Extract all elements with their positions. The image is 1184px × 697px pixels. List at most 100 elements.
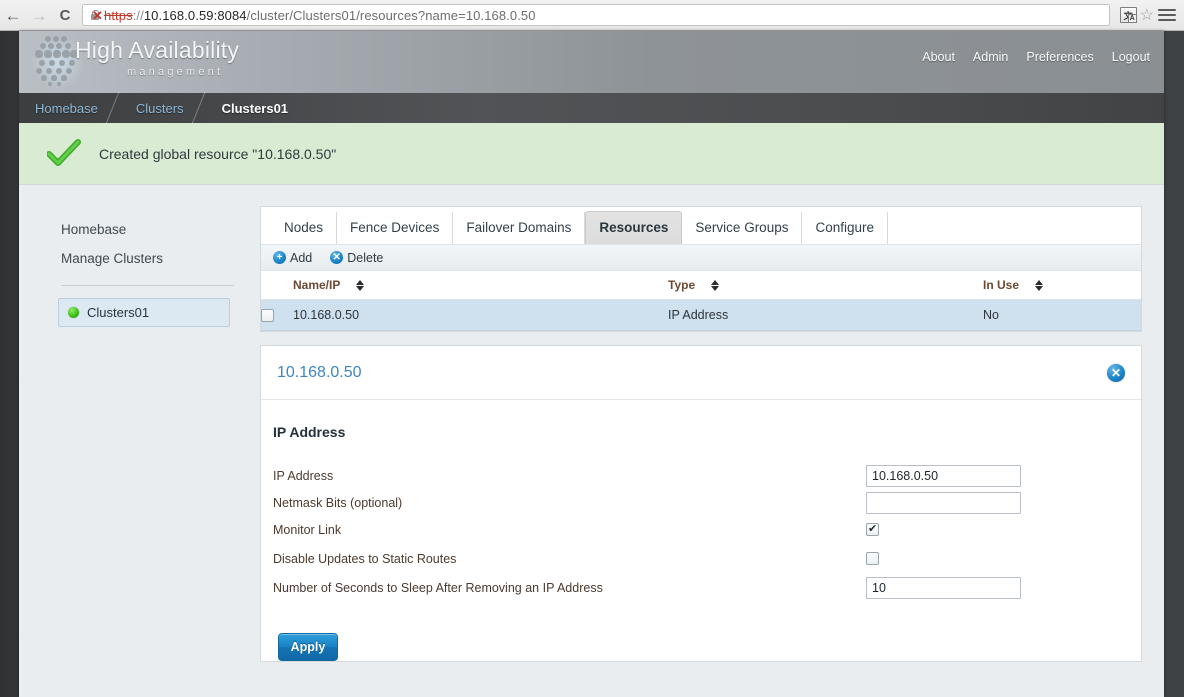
- column-header-name[interactable]: Name/IP: [293, 271, 668, 300]
- label-sleep-seconds: Number of Seconds to Sleep After Removin…: [273, 581, 603, 596]
- column-header-in-use-label: In Use: [983, 278, 1020, 292]
- sort-arrows-icon[interactable]: [1035, 279, 1044, 291]
- logo-dot: [66, 68, 72, 74]
- tab-nodes[interactable]: Nodes: [271, 212, 338, 244]
- row-select-cell[interactable]: [261, 299, 293, 332]
- forward-arrow-icon[interactable]: →: [26, 2, 52, 28]
- logo-dot: [61, 75, 67, 81]
- page-container: High Availability management About Admin…: [19, 31, 1164, 697]
- form-section-heading: IP Address: [273, 424, 346, 441]
- tab-fence-devices[interactable]: Fence Devices: [337, 212, 454, 244]
- monitor-link-checkbox[interactable]: [866, 522, 879, 537]
- column-header-type-label: Type: [668, 278, 696, 292]
- add-button[interactable]: + Add: [273, 251, 312, 265]
- header-link-admin[interactable]: Admin: [973, 50, 1008, 64]
- form-row-monitor-link: Monitor Link: [273, 519, 1125, 540]
- header-links: About Admin Preferences Logout: [922, 50, 1150, 64]
- table-toolbar: + Add ✕ Delete: [261, 244, 1141, 271]
- app-header: High Availability management About Admin…: [19, 31, 1164, 93]
- disable-static-routes-checkbox[interactable]: [866, 552, 879, 566]
- breadcrumb-item-homebase[interactable]: Homebase: [31, 101, 102, 116]
- table-row[interactable]: 10.168.0.50 IP Address No: [261, 299, 1141, 332]
- header-link-about[interactable]: About: [922, 50, 955, 64]
- logo-dot: [51, 75, 57, 81]
- label-disable-static-routes: Disable Updates to Static Routes: [273, 551, 457, 566]
- back-arrow-icon[interactable]: ←: [0, 2, 26, 28]
- ip-address-input[interactable]: [866, 465, 1021, 488]
- form-row-sleep-seconds: Number of Seconds to Sleep After Removin…: [273, 577, 1125, 600]
- reload-icon[interactable]: C: [52, 2, 78, 28]
- logo-dot: [53, 36, 59, 42]
- page-body: Homebase Manage Clusters Clusters01 Node…: [19, 185, 1164, 697]
- tab-resources[interactable]: Resources: [585, 211, 683, 244]
- close-icon[interactable]: ✕: [1107, 363, 1125, 382]
- form-row-netmask-bits: Netmask Bits (optional): [273, 492, 1125, 515]
- hamburger-menu-icon[interactable]: [1158, 8, 1176, 22]
- success-banner-text: Created global resource "10.168.0.50": [99, 145, 337, 162]
- sidebar-cluster-label: Clusters01: [87, 305, 150, 320]
- sort-arrows-icon[interactable]: [711, 279, 720, 291]
- logo-dot: [36, 68, 42, 74]
- resources-card: Nodes Fence Devices Failover Domains Res…: [260, 206, 1142, 333]
- logo-dot: [46, 68, 52, 74]
- url-path: /cluster/Clusters01/resources?name=10.16…: [246, 7, 536, 23]
- netmask-bits-input[interactable]: [866, 492, 1021, 515]
- tab-bar: Nodes Fence Devices Failover Domains Res…: [261, 207, 1141, 244]
- broken-lock-icon[interactable]: ✕: [87, 7, 103, 23]
- form-row-ip-address: IP Address: [273, 465, 1125, 488]
- detail-header: 10.168.0.50 ✕: [261, 346, 1141, 401]
- url-scheme: https: [104, 7, 133, 23]
- logo-dot: [56, 68, 62, 74]
- translate-icon[interactable]: 文 A: [1119, 7, 1137, 23]
- logo-dot: [35, 50, 43, 58]
- select-all-header: [261, 271, 293, 300]
- security-x-mark: ✕: [92, 7, 103, 23]
- sidebar-item-homebase[interactable]: Homebase: [40, 215, 238, 244]
- add-button-label: Add: [290, 250, 313, 265]
- delete-button[interactable]: ✕ Delete: [330, 251, 383, 265]
- row-cell-name: 10.168.0.50: [293, 299, 668, 332]
- row-checkbox[interactable]: [261, 309, 274, 323]
- table-header: Name/IP Type In Use: [261, 271, 1141, 300]
- browser-toolbar: ← → C ✕ https://10.168.0.59:8084/cluster…: [0, 0, 1184, 31]
- form-row-disable-static-routes: Disable Updates to Static Routes: [273, 548, 1125, 569]
- sidebar-item-clusters01[interactable]: Clusters01: [58, 298, 230, 327]
- table-header-row: Name/IP Type In Use: [261, 271, 1141, 300]
- logo-dot: [53, 50, 61, 58]
- breadcrumb-item-current: Clusters01: [221, 100, 289, 116]
- header-link-preferences[interactable]: Preferences: [1026, 50, 1093, 64]
- brand-subtitle: management: [127, 66, 224, 78]
- green-checkmark-icon: [47, 138, 81, 169]
- label-monitor-link: Monitor Link: [273, 522, 342, 537]
- logo-dot: [61, 36, 67, 42]
- bookmark-star-icon[interactable]: ☆: [1140, 5, 1154, 25]
- tab-service-groups[interactable]: Service Groups: [682, 212, 803, 244]
- sidebar-item-manage-clusters[interactable]: Manage Clusters: [40, 244, 238, 273]
- translate-latin-glyph: A: [1127, 14, 1137, 23]
- main-content: Nodes Fence Devices Failover Domains Res…: [260, 206, 1142, 663]
- tab-configure[interactable]: Configure: [802, 212, 889, 244]
- header-link-logout[interactable]: Logout: [1112, 50, 1150, 64]
- column-header-name-label: Name/IP: [293, 278, 341, 292]
- logo-dot: [41, 75, 47, 81]
- cluster-status-dot-icon: [68, 307, 79, 318]
- logo-dot: [62, 50, 70, 58]
- apply-button[interactable]: Apply: [278, 633, 338, 662]
- sort-arrows-icon[interactable]: [356, 279, 365, 291]
- tab-failover-domains[interactable]: Failover Domains: [453, 212, 586, 244]
- resource-form: IP Address IP Address Netmask Bits (opti…: [261, 400, 1141, 662]
- breadcrumb-item-clusters[interactable]: Clusters: [132, 101, 188, 116]
- row-cell-type: IP Address: [668, 299, 983, 332]
- url-text: https://10.168.0.59:8084/cluster/Cluster…: [104, 8, 536, 23]
- logo-dot: [44, 50, 52, 58]
- column-header-type[interactable]: Type: [668, 271, 983, 300]
- address-bar[interactable]: ✕ https://10.168.0.59:8084/cluster/Clust…: [82, 4, 1110, 26]
- breadcrumb-chevron-icon: [192, 93, 214, 123]
- sidebar: Homebase Manage Clusters Clusters01: [40, 206, 238, 327]
- label-netmask-bits: Netmask Bits (optional): [273, 496, 403, 511]
- sleep-seconds-input[interactable]: [866, 577, 1021, 600]
- breadcrumb: Homebase Clusters Clusters01: [19, 93, 1164, 123]
- resource-detail-card: 10.168.0.50 ✕ IP Address IP Address Netm…: [260, 345, 1142, 663]
- success-banner: Created global resource "10.168.0.50": [19, 123, 1164, 185]
- column-header-in-use[interactable]: In Use: [983, 271, 1141, 300]
